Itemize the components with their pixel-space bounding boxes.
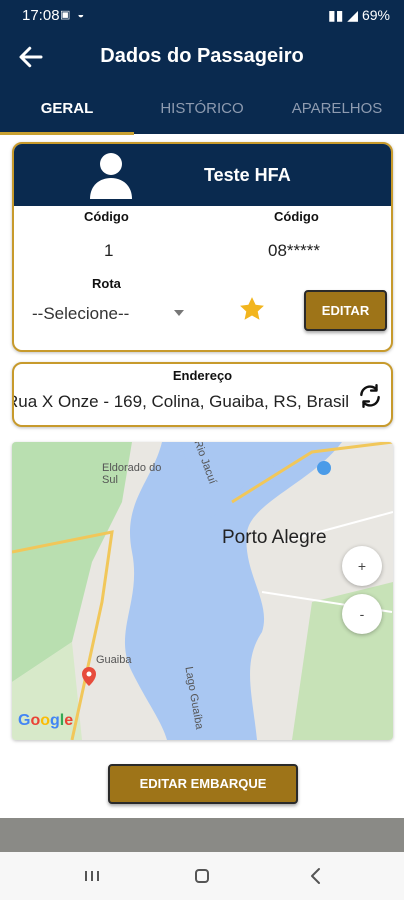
map-graphic <box>12 442 393 740</box>
status-right: ▮▮ ◢ 69% <box>328 7 390 24</box>
google-logo: Google <box>18 712 74 729</box>
map-label-guaiba: Guaiba <box>96 654 132 666</box>
app-bar: Dados do Passageiro <box>0 32 404 84</box>
zoom-out-button[interactable]: - <box>342 594 382 634</box>
address-label: Endereço <box>172 368 233 383</box>
tab-bar: GERAL HISTÓRICO APARELHOS <box>0 84 404 134</box>
map-city-label: Porto Alegre <box>222 527 327 548</box>
code-label-1: Código <box>84 209 129 224</box>
battery-percent: 69% <box>361 7 390 23</box>
status-bar: 17:08 ▣ ◒ ▮▮ ◢ 69% <box>0 0 404 32</box>
passenger-card-header: Teste HFA <box>14 144 391 206</box>
dropdown-caret-icon <box>174 310 184 316</box>
code-value-1: 1 <box>104 241 114 260</box>
star-icon[interactable] <box>238 295 266 323</box>
tab-indicator <box>0 132 134 135</box>
code-value-2: 08***** <box>268 241 320 260</box>
route-label: Rota <box>92 276 121 291</box>
person-avatar-icon <box>90 153 132 199</box>
code-label-2: Código <box>274 209 319 224</box>
home-icon[interactable] <box>190 864 214 888</box>
tab-geral[interactable]: GERAL <box>0 84 134 134</box>
passenger-card: Teste HFA Código 1 Código 08***** Rota -… <box>12 142 393 352</box>
page-title: Dados do Passageiro <box>100 45 304 67</box>
tab-aparelhos[interactable]: APARELHOS <box>270 84 404 134</box>
map-label-eldorado: Eldorado do Sul <box>102 462 162 486</box>
address-card: Endereço Rua X Onze - 169, Colina, Guaib… <box>12 362 393 427</box>
recent-apps-icon[interactable] <box>80 864 104 888</box>
address-value[interactable]: Rua X Onze - 169, Colina, Guaiba, RS, Br… <box>14 392 349 412</box>
system-back-icon[interactable] <box>304 864 328 888</box>
route-select[interactable]: --Selecione-- <box>32 304 184 332</box>
edit-button[interactable]: EDITAR <box>304 290 387 331</box>
route-select-value: --Selecione-- <box>32 304 130 323</box>
refresh-icon[interactable] <box>357 383 383 409</box>
background-image-strip <box>0 818 404 852</box>
edit-boarding-button[interactable]: EDITAR EMBARQUE <box>108 764 298 804</box>
system-nav-bar <box>0 852 404 900</box>
status-time: 17:08 <box>22 7 60 24</box>
zoom-in-button[interactable]: + <box>342 546 382 586</box>
passenger-name: Teste HFA <box>204 165 291 185</box>
map-view[interactable]: Porto Alegre Eldorado do Sul Rio Jacuí G… <box>12 442 393 740</box>
tab-historico[interactable]: HISTÓRICO <box>134 84 270 134</box>
notification-icons: ▣ ◒ <box>60 9 87 21</box>
signal-icon: ▮▮ ◢ <box>328 7 362 23</box>
